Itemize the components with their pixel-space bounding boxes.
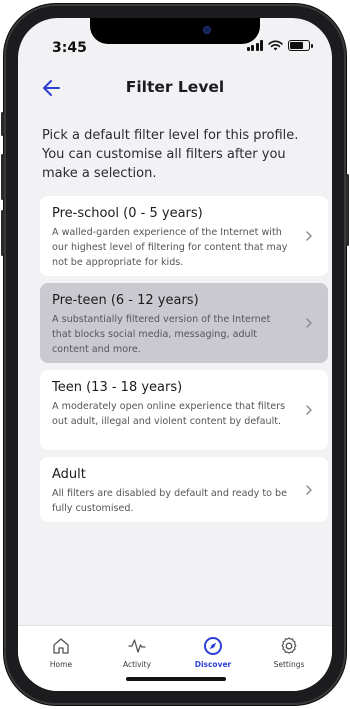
tab-bar: Home Activity Discover Settings xyxy=(18,625,332,691)
volume-down-button xyxy=(1,210,4,256)
tab-label: Activity xyxy=(122,660,152,669)
option-description: A walled-garden experience of the Intern… xyxy=(52,227,288,268)
option-adult[interactable]: Adult All filters are disabled by defaul… xyxy=(40,457,328,522)
status-time: 3:45 xyxy=(52,40,87,56)
camera-icon xyxy=(203,26,211,34)
tab-discover[interactable]: Discover xyxy=(178,636,248,669)
notch xyxy=(90,18,260,44)
status-bar: 3:45 xyxy=(18,18,332,62)
chevron-right-icon xyxy=(306,484,312,495)
chevron-right-icon xyxy=(306,231,312,241)
option-title: Pre-teen (6 - 12 years) xyxy=(52,293,199,308)
page-title: Filter Level xyxy=(125,78,225,96)
tab-label: Settings xyxy=(273,660,305,669)
home-indicator xyxy=(126,677,226,681)
tab-label: Home xyxy=(49,660,73,669)
wifi-icon xyxy=(268,40,283,51)
option-title: Teen (13 - 18 years) xyxy=(52,380,183,395)
home-icon xyxy=(53,638,69,654)
compass-icon xyxy=(204,637,222,655)
signal-icon xyxy=(246,40,263,51)
header: Filter Level xyxy=(18,74,332,104)
option-teen[interactable]: Teen (13 - 18 years) A moderately open o… xyxy=(40,370,328,450)
battery-icon xyxy=(288,40,313,51)
chevron-right-icon xyxy=(306,405,312,415)
activity-icon xyxy=(128,639,146,653)
option-description: A substantially filtered version of the … xyxy=(52,314,271,355)
option-pre-teen[interactable]: Pre-teen (6 - 12 years) A substantially … xyxy=(40,283,328,363)
power-button xyxy=(346,174,349,246)
screen: 3:45 Filter Level Pick a default filter … xyxy=(18,18,332,691)
intro-text: Pick a default filter level for this pro… xyxy=(42,128,299,181)
chevron-right-icon xyxy=(306,318,312,328)
silent-switch xyxy=(1,112,4,136)
tab-settings[interactable]: Settings xyxy=(254,636,324,669)
tab-label: Discover xyxy=(194,660,232,669)
option-description: A moderately open online experience that… xyxy=(52,401,286,427)
option-title: Adult xyxy=(52,467,86,482)
tab-home[interactable]: Home xyxy=(26,636,96,669)
phone-frame: 3:45 Filter Level Pick a default filter … xyxy=(1,4,349,705)
tab-activity[interactable]: Activity xyxy=(102,636,172,669)
option-description: All filters are disabled by default and … xyxy=(52,488,288,514)
option-title: Pre-school (0 - 5 years) xyxy=(52,206,203,221)
option-pre-school[interactable]: Pre-school (0 - 5 years) A walled-garden… xyxy=(40,196,328,276)
system-icons xyxy=(246,40,313,51)
volume-up-button xyxy=(1,154,4,200)
gear-icon xyxy=(281,637,297,654)
